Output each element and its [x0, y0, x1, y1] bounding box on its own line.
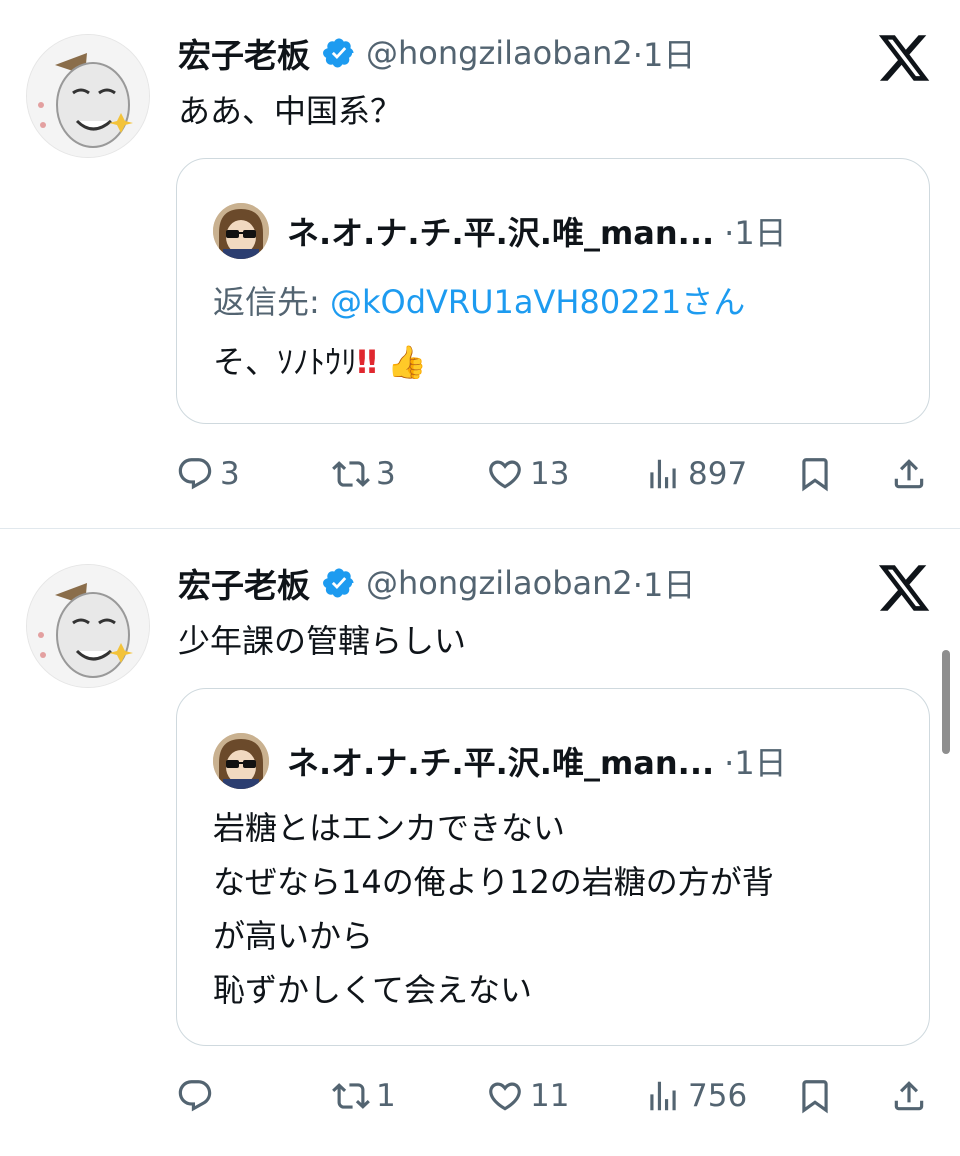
reply-button[interactable] [176, 1070, 220, 1122]
reply-button[interactable]: 3 [176, 448, 240, 500]
tweet-divider [0, 528, 960, 529]
share-icon [894, 459, 924, 489]
action-bar: 1 11 756 [176, 1070, 936, 1122]
quoted-text-line: そ、ｿﾉﾄｳﾘ [213, 343, 358, 381]
views-count: 756 [688, 1078, 748, 1114]
quoted-header: ネ.オ.ナ.チ.平.沢.唯_man... ·1日 [287, 205, 787, 257]
bookmark-icon [802, 1080, 828, 1114]
like-count: 13 [530, 456, 570, 492]
views-button[interactable]: 897 [644, 448, 747, 500]
quoted-time: ·1日 [724, 744, 787, 782]
repost-count: 3 [376, 456, 396, 492]
quoted-author-avatar [213, 203, 269, 259]
tweet-text: 少年課の管轄らしい [178, 622, 467, 660]
views-icon [650, 1081, 676, 1111]
views-count: 897 [688, 456, 748, 492]
reply-to-line: 返信先: @kOdVRU1aVH80221さん [213, 277, 745, 323]
author-name[interactable]: 宏子老板 [178, 29, 310, 77]
reply-mention-link[interactable]: @kOdVRU1aVH80221さん [330, 283, 745, 321]
share-icon [894, 1081, 924, 1111]
x-logo-icon[interactable] [876, 560, 932, 616]
author-avatar[interactable] [26, 564, 150, 688]
repost-icon [332, 461, 370, 487]
author-handle[interactable]: @hongzilaoban2 [366, 34, 633, 72]
share-button[interactable] [890, 1070, 928, 1122]
quoted-header: ネ.オ.ナ.チ.平.沢.唯_man... ·1日 [287, 735, 787, 787]
quoted-time: ·1日 [724, 214, 787, 252]
quoted-author-name: ネ.オ.ナ.チ.平.沢.唯_man... [287, 744, 715, 782]
tweet-2[interactable]: 宏子老板 @hongzilaoban2 ·1日 少年課の管轄らしい ネ.オ.ナ.… [0, 530, 960, 1156]
tweet-time[interactable]: ·1日 [633, 560, 696, 606]
like-button[interactable]: 13 [486, 448, 569, 500]
bookmark-icon [802, 458, 828, 492]
repost-button[interactable]: 1 [332, 1070, 396, 1122]
quoted-text-line: 岩糖とはエンカできない [213, 809, 566, 847]
repost-icon [332, 1083, 370, 1109]
verified-badge-icon [323, 568, 354, 598]
scrollbar[interactable] [942, 650, 950, 754]
reply-count: 3 [220, 456, 240, 492]
tweet-time[interactable]: ·1日 [633, 30, 696, 76]
like-icon [489, 460, 521, 489]
repost-count: 1 [376, 1078, 396, 1114]
views-button[interactable]: 756 [644, 1070, 747, 1122]
quoted-text-line: 恥ずかしくて会えない [213, 971, 533, 1009]
quoted-text-line: なぜなら14の俺より12の岩糖の方が背 [213, 863, 774, 901]
double-exclamation-emoji: ‼ [357, 343, 377, 381]
thumbs-up-emoji: 👍 [387, 343, 427, 381]
like-button[interactable]: 11 [486, 1070, 569, 1122]
verified-badge-icon [323, 38, 354, 68]
quoted-tweet[interactable]: ネ.オ.ナ.チ.平.沢.唯_man... ·1日 返信先: @kOdVRU1aV… [176, 158, 930, 424]
reply-icon [178, 458, 212, 490]
action-bar: 3 3 13 897 [176, 448, 936, 500]
share-button[interactable] [890, 448, 928, 500]
like-count: 11 [530, 1078, 570, 1114]
like-icon [489, 1082, 521, 1111]
tweet-header: 宏子老板 @hongzilaoban2 ·1日 [178, 558, 695, 608]
author-handle[interactable]: @hongzilaoban2 [366, 564, 633, 602]
bookmark-button[interactable] [796, 448, 834, 500]
quoted-text-line: が高いから [213, 917, 374, 955]
quoted-text: そ、ｿﾉﾄｳﾘ‼ 👍 [213, 337, 427, 383]
author-name[interactable]: 宏子老板 [178, 559, 310, 607]
reply-icon [178, 1080, 212, 1112]
bookmark-button[interactable] [796, 1070, 834, 1122]
repost-button[interactable]: 3 [332, 448, 396, 500]
quoted-author-avatar [213, 733, 269, 789]
tweet-text: ああ、中国系？ [178, 92, 403, 130]
tweet-1[interactable]: 宏子老板 @hongzilaoban2 ·1日 ああ、中国系？ ネ.オ.ナ.チ.… [0, 0, 960, 528]
quoted-tweet[interactable]: ネ.オ.ナ.チ.平.沢.唯_man... ·1日 岩糖とはエンカできない なぜな… [176, 688, 930, 1046]
tweet-header: 宏子老板 @hongzilaoban2 ·1日 [178, 28, 695, 78]
x-logo-icon[interactable] [876, 30, 932, 86]
views-icon [650, 459, 676, 489]
reply-to-label: 返信先: [213, 283, 320, 321]
quoted-author-name: ネ.オ.ナ.チ.平.沢.唯_man... [287, 214, 715, 252]
author-avatar[interactable] [26, 34, 150, 158]
